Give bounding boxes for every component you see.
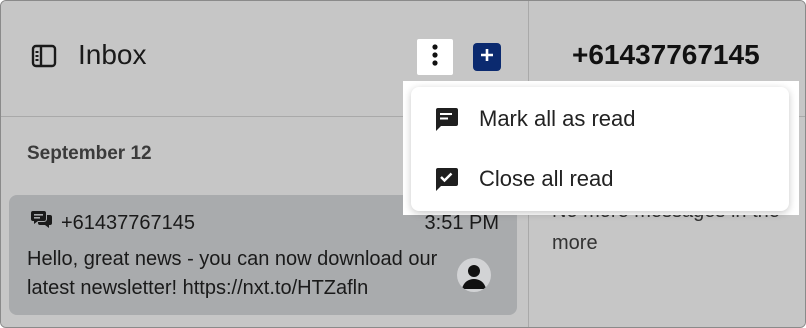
app-window: Inbox September 12 +61437767145 3:51 PM … — [0, 0, 806, 328]
menu-item-close-all-read[interactable]: Close all read — [411, 149, 789, 209]
conversation-title: +61437767145 — [572, 39, 760, 70]
menu-item-label: Close all read — [479, 166, 614, 191]
message-check-icon — [433, 166, 459, 192]
options-menu: Mark all as read Close all read — [411, 87, 789, 211]
message-time: 3:51 PM — [424, 212, 499, 234]
page-title: Inbox — [78, 39, 147, 70]
message-lines-icon — [433, 106, 459, 132]
message-preview: Hello, great news - you can now download… — [27, 248, 438, 299]
vertical-dots-icon — [432, 43, 438, 71]
chat-bubbles-icon — [31, 209, 53, 229]
menu-item-mark-all-read[interactable]: Mark all as read — [411, 89, 789, 149]
avatar — [457, 258, 491, 292]
contact-phone: +61437767145 — [61, 212, 196, 234]
sidebar-toggle-icon[interactable] — [31, 44, 57, 68]
menu-item-label: Mark all as read — [479, 106, 636, 131]
new-conversation-button[interactable] — [473, 43, 501, 71]
plus-icon — [479, 47, 495, 68]
more-options-button[interactable] — [417, 39, 453, 75]
date-heading: September 12 — [27, 143, 152, 164]
